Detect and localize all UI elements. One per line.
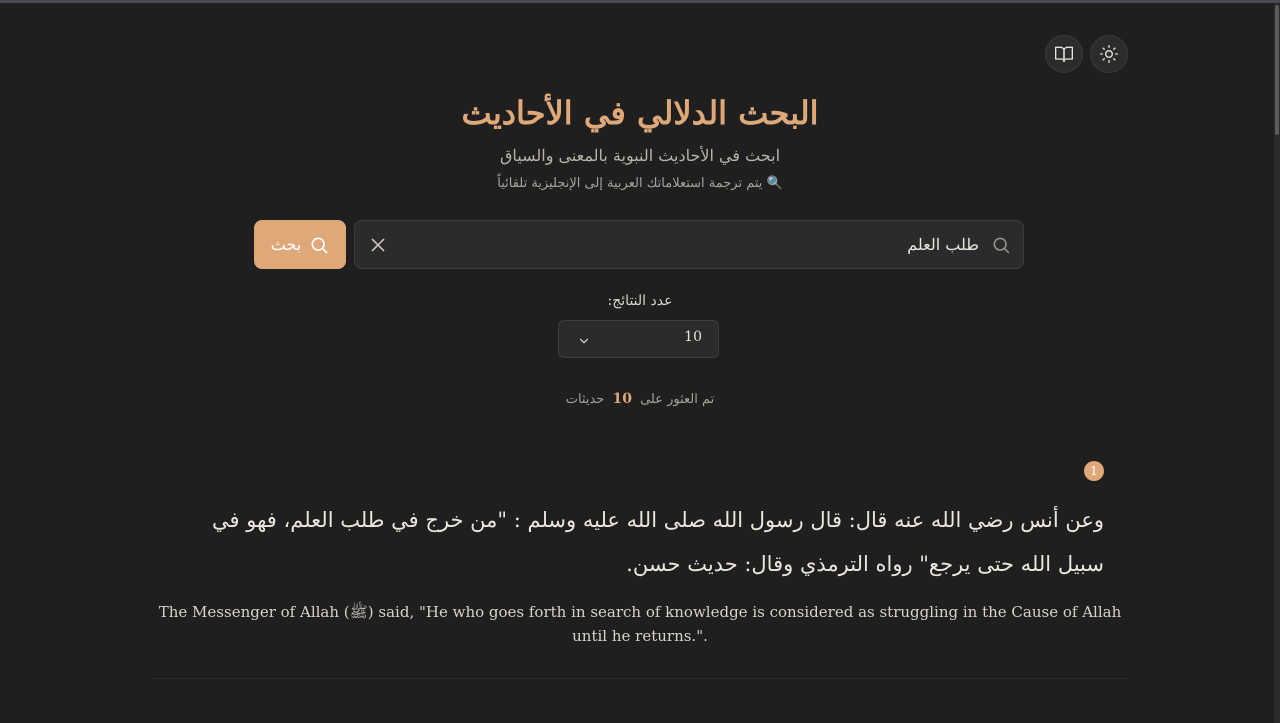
results-count-select[interactable]: 10 (558, 320, 719, 358)
search-button-label: بحث (270, 235, 302, 254)
results-count-label: عدد النتائج: (607, 293, 673, 309)
result-number-badge: 1 (1084, 461, 1104, 481)
search-box (354, 220, 1024, 269)
clear-search-button[interactable] (367, 234, 389, 256)
page-title: البحث الدلالي في الأحاديث (461, 94, 819, 132)
search-icon (311, 237, 328, 253)
translation-note: 🔍 يتم ترجمة استعلاماتك العربية إلى الإنج… (497, 176, 783, 191)
search-input[interactable] (419, 221, 979, 268)
close-icon (371, 238, 385, 252)
page-subtitle: ابحث في الأحاديث النبوية بالمعنى والسياق (499, 146, 781, 165)
results-summary-suffix: حديثات (565, 392, 605, 407)
search-button[interactable]: بحث (254, 220, 346, 269)
results-summary-prefix: تم العثور على (640, 392, 715, 407)
search-icon (991, 235, 1011, 255)
hadith-english-text: The Messenger of Allah (ﷺ) said, "He who… (158, 603, 1122, 645)
result-divider (152, 678, 1128, 679)
book-icon (1055, 46, 1073, 63)
theme-toggle-button[interactable] (1090, 35, 1128, 73)
window-top-border (0, 0, 1280, 3)
sun-icon (1100, 45, 1118, 63)
book-button[interactable] (1045, 35, 1083, 73)
chevron-down-icon (577, 333, 591, 347)
results-count-value: 10 (684, 329, 702, 345)
results-summary-count: 10 (612, 391, 632, 407)
hadith-arabic-text: وعن أنس رضي الله عنه قال: قال رسول الله … (212, 508, 1104, 576)
results-summary: تم العثور على 10 حديثات (0, 388, 1280, 411)
